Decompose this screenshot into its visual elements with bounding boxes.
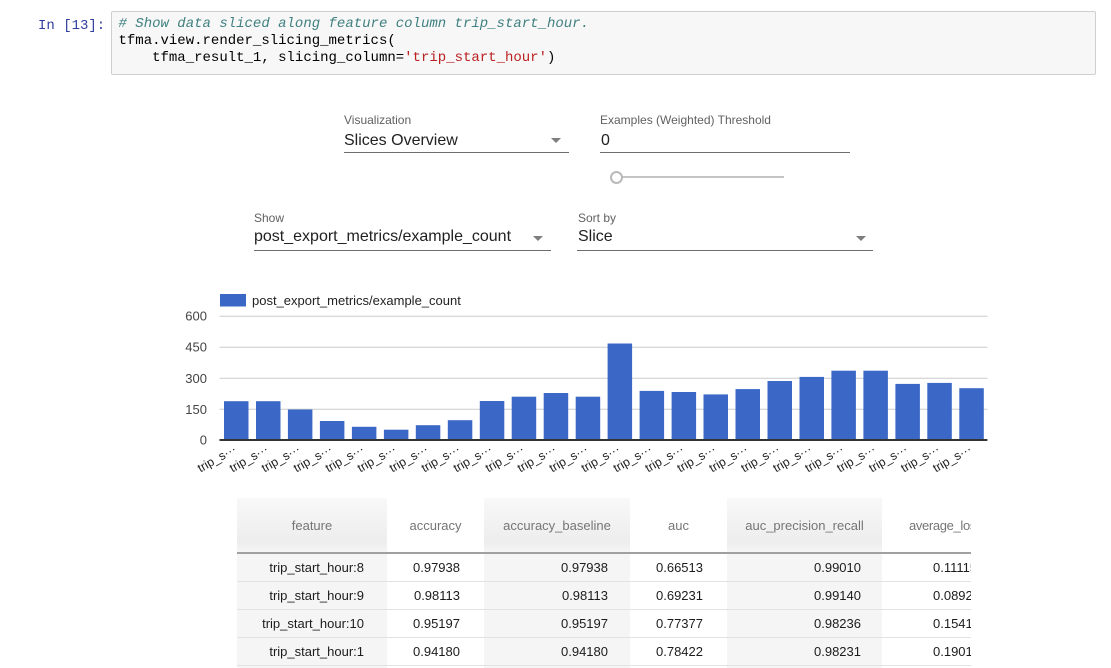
svg-text:post_export_metrics/example_co: post_export_metrics/example_count — [252, 293, 461, 308]
svg-text:450: 450 — [185, 340, 207, 355]
svg-text:0: 0 — [200, 433, 207, 448]
svg-text:600: 600 — [185, 309, 207, 324]
svg-text:150: 150 — [185, 402, 207, 417]
svg-text:300: 300 — [185, 371, 207, 386]
